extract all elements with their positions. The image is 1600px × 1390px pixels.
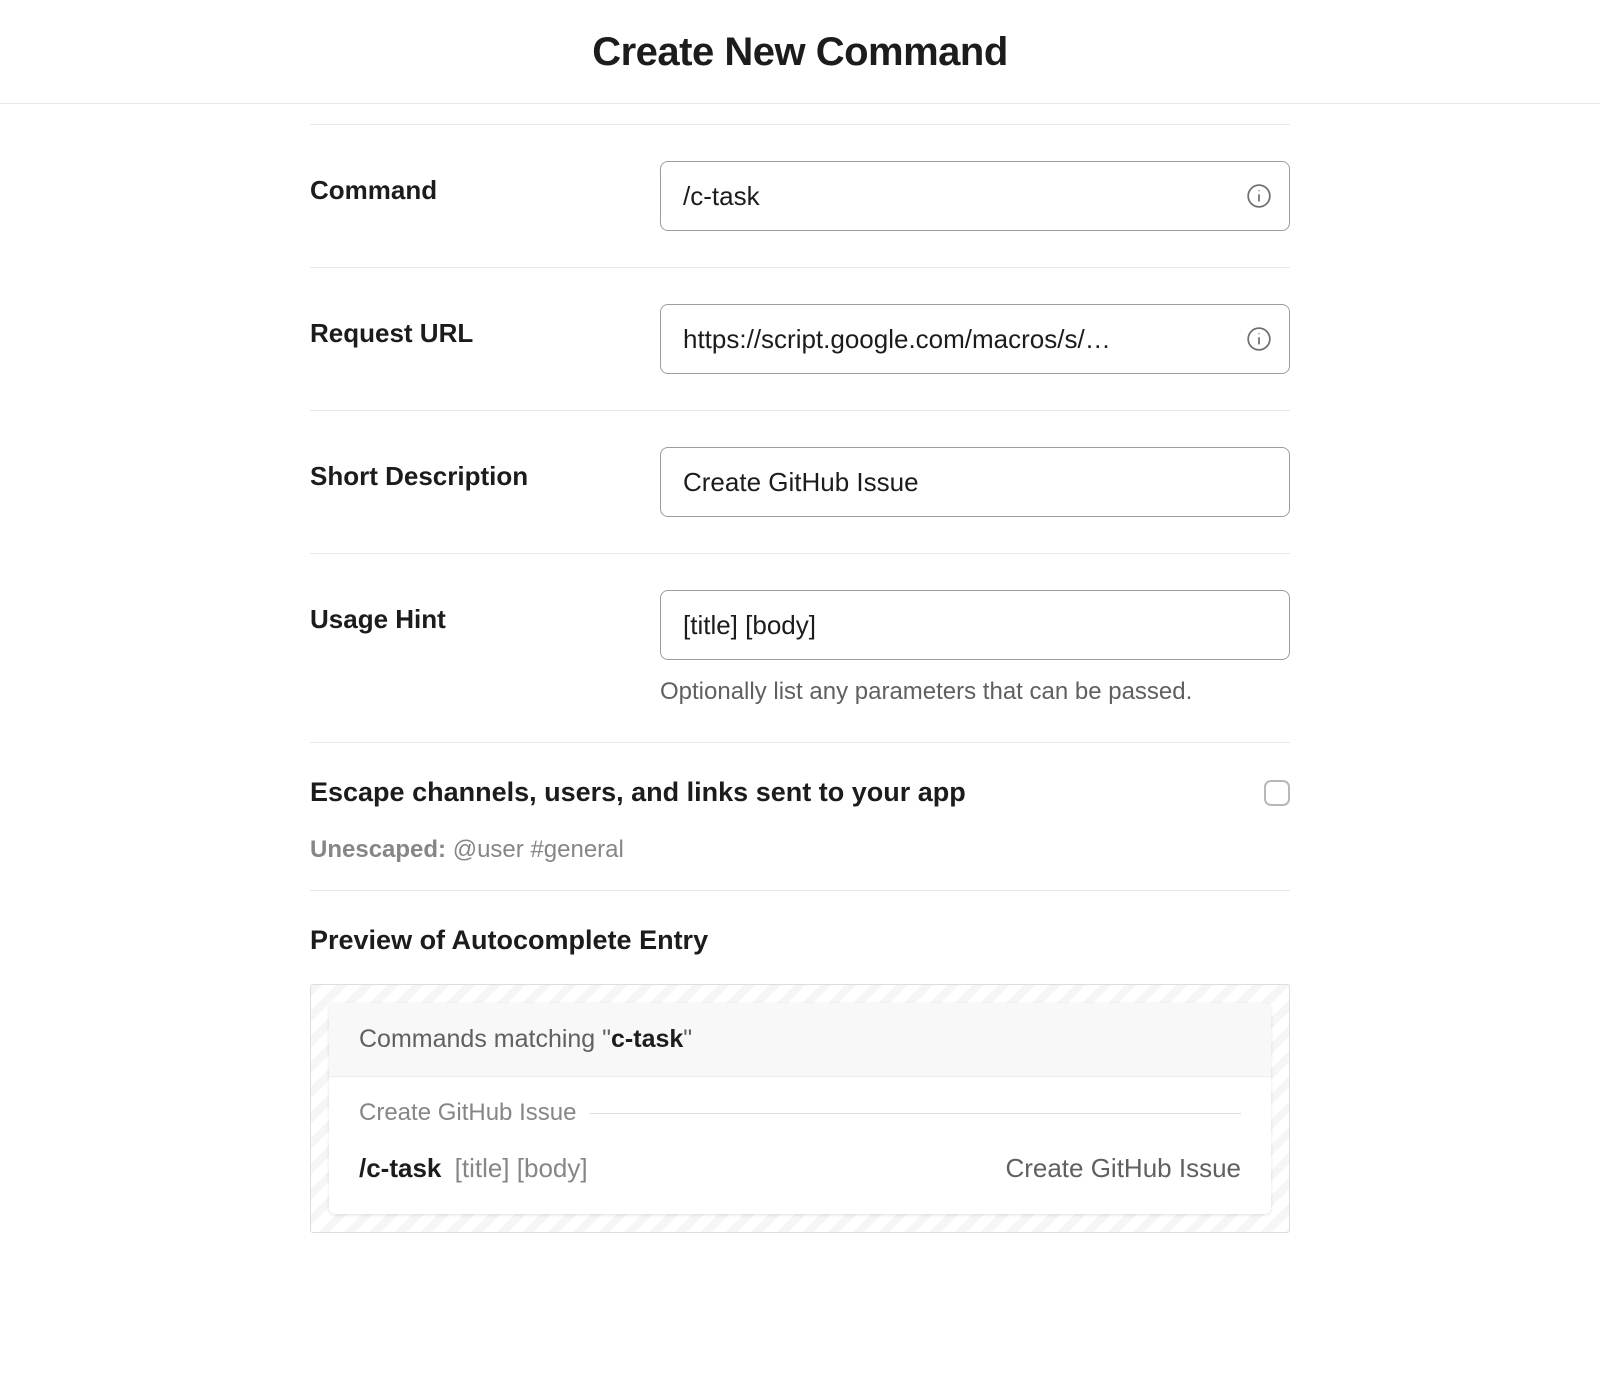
autocomplete-header: Commands matching "c-task" [329,1003,1271,1077]
command-label: Command [310,175,660,206]
autocomplete-row: /c-task [title] [body] Create GitHub Iss… [359,1153,1241,1184]
usage-hint-input[interactable] [660,590,1290,660]
request-url-label: Request URL [310,318,660,349]
short-description-input[interactable] [660,447,1290,517]
escape-row: Escape channels, users, and links sent t… [310,742,1290,890]
short-description-label: Short Description [310,461,660,492]
usage-hint-row: Usage Hint Optionally list any parameter… [310,553,1290,742]
form-container: Command Request URL [310,104,1290,1233]
info-icon[interactable] [1246,326,1272,352]
autocomplete-hint: [title] [body] [455,1153,588,1183]
autocomplete-right: Create GitHub Issue [1005,1153,1241,1184]
autocomplete-desc: Create GitHub Issue [359,1099,576,1127]
info-icon[interactable] [1246,183,1272,209]
preview-title: Preview of Autocomplete Entry [310,925,1290,956]
autocomplete-command: /c-task [359,1153,441,1183]
request-url-row: Request URL [310,267,1290,410]
preview-box: Commands matching "c-task" Create GitHub… [310,984,1290,1233]
command-input[interactable] [660,161,1290,231]
request-url-input[interactable] [660,304,1290,374]
page-header: Create New Command [0,0,1600,104]
autocomplete-card: Commands matching "c-task" Create GitHub… [329,1003,1271,1214]
preview-section: Preview of Autocomplete Entry Commands m… [310,890,1290,1233]
escape-checkbox[interactable] [1264,780,1290,806]
escape-title: Escape channels, users, and links sent t… [310,777,966,808]
usage-hint-label: Usage Hint [310,604,660,635]
short-description-row: Short Description [310,410,1290,553]
command-row: Command [310,124,1290,267]
escape-subtext: Unescaped: @user #general [310,836,1290,864]
page-title: Create New Command [0,30,1600,75]
usage-hint-helper: Optionally list any parameters that can … [660,678,1290,706]
